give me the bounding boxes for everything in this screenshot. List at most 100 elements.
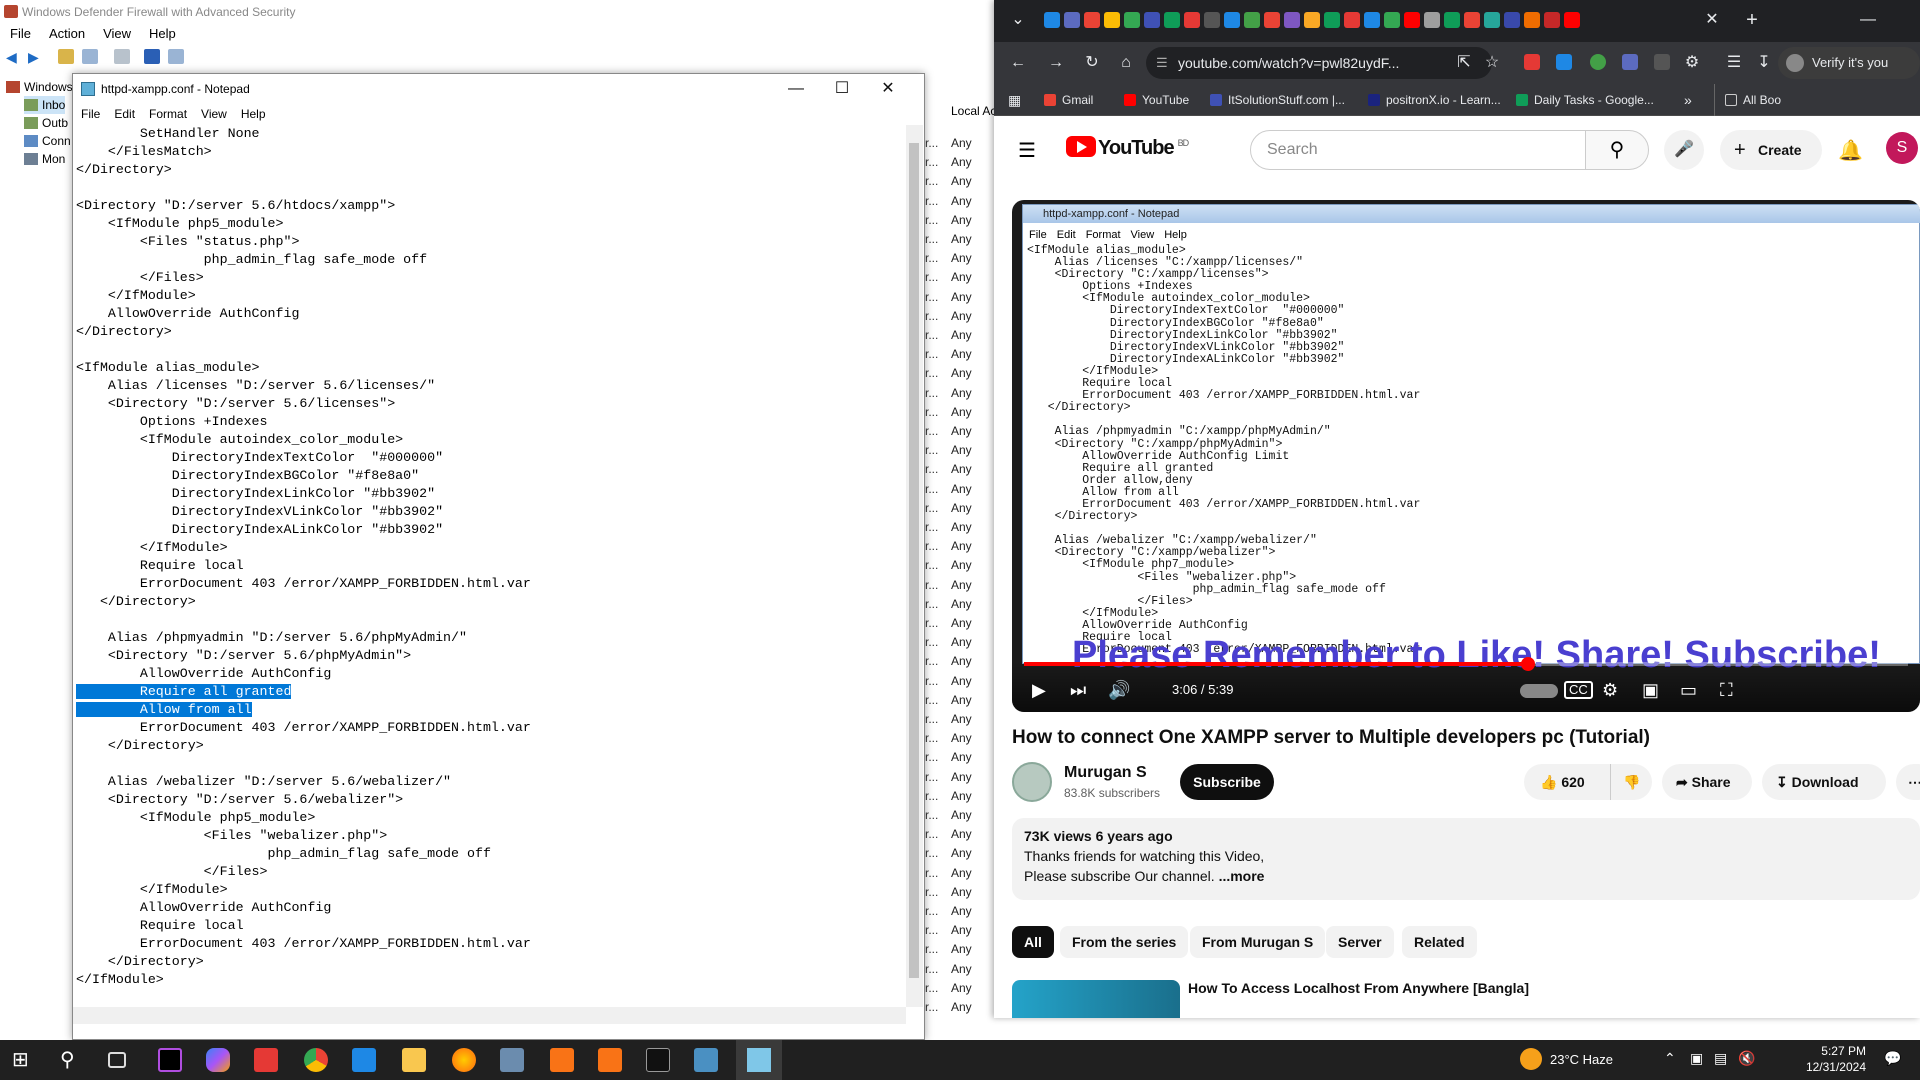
menu-file[interactable]: File [0, 24, 39, 44]
menu-hamburger-icon[interactable]: ☰ [1018, 138, 1036, 163]
miniplayer-icon[interactable]: ▣ [1642, 678, 1659, 702]
menu-action[interactable]: Action [39, 24, 93, 44]
horizontal-scrollbar[interactable] [73, 1007, 906, 1024]
youtube-logo[interactable]: YouTube BD [1066, 136, 1189, 160]
export-icon[interactable] [114, 49, 130, 64]
terminal-icon[interactable] [646, 1048, 670, 1072]
scrollbar-thumb[interactable] [909, 143, 919, 978]
tree-item-connection[interactable]: Conn [24, 132, 71, 150]
search-button[interactable]: ⚲ [1585, 130, 1649, 170]
volume-icon[interactable]: 🔊 [1108, 678, 1130, 702]
vscode-icon[interactable] [352, 1048, 376, 1072]
show-hide-tree-icon[interactable] [82, 49, 98, 64]
bookmark-star-icon[interactable]: ☆ [1482, 53, 1502, 73]
anydesk-icon[interactable] [254, 1048, 278, 1072]
tree-item-root[interactable]: Windows [6, 78, 73, 96]
reload-icon[interactable]: ↻ [1082, 53, 1102, 73]
related-video[interactable]: How To Access Localhost From Anywhere [B… [1012, 980, 1920, 1018]
tab-favicon[interactable] [1324, 12, 1340, 28]
search-icon[interactable]: ⚲ [60, 1048, 84, 1072]
channel-avatar[interactable] [1012, 762, 1052, 802]
site-info-icon[interactable]: ☰ [1156, 47, 1168, 79]
xampp-icon[interactable] [598, 1048, 622, 1072]
menu-edit[interactable]: Edit [106, 104, 141, 124]
tab-favicon[interactable] [1044, 12, 1060, 28]
tab-favicon[interactable] [1264, 12, 1280, 28]
color-picker-icon[interactable] [1654, 54, 1670, 70]
tab-favicon[interactable] [1384, 12, 1400, 28]
download-icon[interactable]: ↧ [1754, 53, 1774, 73]
bookmark-itsolutionstuff[interactable]: ItSolutionStuff.com |... [1210, 84, 1345, 116]
app-icon[interactable] [500, 1048, 524, 1072]
create-button[interactable]: + Create [1720, 130, 1822, 170]
forward-icon[interactable]: → [1046, 53, 1066, 73]
video-player[interactable]: httpd-xampp.conf - Notepad File Edit Forma… [1012, 200, 1920, 712]
firefox-icon[interactable] [452, 1048, 476, 1072]
reading-list-icon[interactable]: ☰ [1724, 53, 1744, 73]
notepad-text-area[interactable]: SetHandler None </FilesMatch> </Directory… [76, 125, 902, 1005]
tab-favicon[interactable] [1144, 12, 1160, 28]
tab-favicon[interactable] [1304, 12, 1320, 28]
back-arrow-icon[interactable]: ◀ [6, 49, 22, 65]
channel-name[interactable]: Murugan S [1064, 764, 1147, 782]
tab-favicon[interactable] [1284, 12, 1300, 28]
notifications-icon[interactable]: 💬 [1884, 1050, 1901, 1067]
properties-icon[interactable] [168, 49, 184, 64]
tab-favicon[interactable] [1124, 12, 1140, 28]
download-button[interactable]: ↧ Download [1762, 764, 1886, 800]
tab-favicon[interactable] [1504, 12, 1520, 28]
avatar[interactable]: S [1886, 132, 1918, 164]
folder-up-icon[interactable] [58, 49, 74, 64]
scrubber-handle[interactable] [1520, 657, 1535, 671]
tab-favicon[interactable] [1204, 12, 1220, 28]
voice-search-button[interactable]: 🎤 [1664, 130, 1704, 170]
next-icon[interactable]: ⏭ [1070, 678, 1086, 702]
help-icon[interactable] [144, 49, 160, 64]
more-actions-button[interactable]: ⋯ [1896, 764, 1920, 800]
tab-favicon[interactable] [1364, 12, 1380, 28]
volume-muted-icon[interactable]: 🔇 [1738, 1050, 1755, 1067]
network-icon[interactable]: ▤ [1714, 1050, 1727, 1067]
chip-related[interactable]: Related [1402, 926, 1477, 958]
bookmark-daily-tasks[interactable]: Daily Tasks - Google... [1516, 84, 1654, 116]
copilot-icon[interactable] [206, 1048, 230, 1072]
back-icon[interactable]: ← [1008, 53, 1028, 73]
menu-help[interactable]: Help [139, 24, 184, 44]
all-bookmarks[interactable]: All Boo [1714, 84, 1781, 116]
chip-from-series[interactable]: From the series [1060, 926, 1189, 958]
settings-gear-icon[interactable]: ⚙ [1602, 678, 1618, 702]
xampp-icon[interactable] [550, 1048, 574, 1072]
file-explorer-icon[interactable] [402, 1048, 426, 1072]
minimize-icon[interactable]: — [773, 74, 819, 104]
tab-favicon[interactable] [1564, 12, 1580, 28]
forward-arrow-icon[interactable]: ▶ [28, 49, 44, 65]
autoplay-toggle[interactable] [1520, 684, 1558, 698]
tray-chevron-icon[interactable]: ⌃ [1664, 1050, 1676, 1067]
grammarly-icon[interactable] [1590, 54, 1606, 70]
menu-view[interactable]: View [193, 104, 233, 124]
maximize-icon[interactable]: ☐ [819, 74, 865, 104]
theater-mode-icon[interactable]: ▭ [1680, 678, 1697, 702]
address-bar[interactable]: ☰ youtube.com/watch?v=pwl82uydF... [1146, 47, 1492, 79]
weather-icon[interactable] [1520, 1048, 1542, 1070]
chip-server[interactable]: Server [1326, 926, 1394, 958]
tab-favicon[interactable] [1244, 12, 1260, 28]
captions-icon[interactable]: CC [1564, 681, 1593, 699]
tab-favicon[interactable] [1404, 12, 1420, 28]
chrome-icon[interactable] [304, 1048, 328, 1072]
firewall-app-icon[interactable] [694, 1048, 718, 1072]
menu-view[interactable]: View [93, 24, 139, 44]
minimize-icon[interactable]: — [1858, 10, 1878, 30]
bookmark-youtube[interactable]: YouTube [1124, 84, 1189, 116]
menu-help[interactable]: Help [233, 104, 272, 124]
bookmark-gmail[interactable]: Gmail [1044, 84, 1093, 116]
chip-from-channel[interactable]: From Murugan S [1190, 926, 1326, 958]
extension-icon[interactable] [1556, 54, 1572, 70]
tab-favicon[interactable] [1464, 12, 1480, 28]
install-app-icon[interactable]: ⇱ [1454, 53, 1474, 73]
progress-bar[interactable] [1024, 657, 1908, 671]
tab-favicon[interactable] [1064, 12, 1080, 28]
tab-favicon[interactable] [1164, 12, 1180, 28]
home-icon[interactable]: ⌂ [1116, 53, 1136, 73]
task-view-icon[interactable] [108, 1052, 126, 1068]
